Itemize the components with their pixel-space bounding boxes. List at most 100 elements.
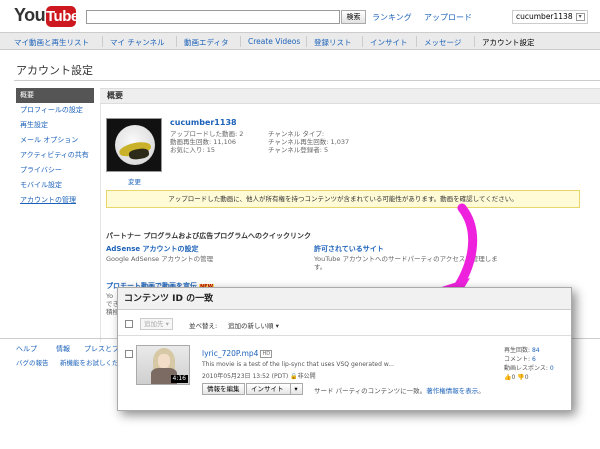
divider: [100, 104, 101, 342]
search-button[interactable]: 検索: [341, 10, 366, 24]
masthead: You Tube 検索 ランキング アップロード cucumber1138 ▾: [0, 0, 600, 32]
edit-info-button[interactable]: 情報を編集: [202, 383, 245, 395]
tab-messages[interactable]: メッセージ: [424, 37, 461, 48]
video-row-checkbox[interactable]: [125, 350, 133, 358]
username-label: cucumber1138: [516, 12, 573, 21]
add-to-dropdown[interactable]: 追加先 ▾: [140, 318, 173, 330]
youtube-logo[interactable]: You Tube: [14, 5, 79, 29]
sidebar-item-privacy[interactable]: プライバシー: [16, 163, 94, 178]
overview-heading: 概要: [100, 88, 600, 104]
nav-divider: [306, 36, 307, 47]
sidebar-item-overview[interactable]: 概要: [16, 88, 94, 103]
rating-stat: 👍0 👎0: [504, 374, 529, 382]
tab-account-settings[interactable]: アカウント設定: [482, 37, 535, 48]
partner-heading: パートナー プログラムおよび広告プログラムへのクイックリンク: [106, 232, 312, 240]
content-match-end: 。: [478, 387, 485, 395]
settings-sidebar: 概要 プロフィールの設定 再生設定 メール オプション アクティビティの共有 プ…: [16, 88, 94, 208]
video-views-stat: 動画再生回数: 11,106: [170, 138, 236, 146]
sort-dropdown[interactable]: 追加の新しい順 ▾: [228, 320, 279, 330]
nav-divider: [362, 36, 363, 47]
logo-you: You: [14, 5, 46, 25]
footer-help-link[interactable]: ヘルプ: [16, 344, 37, 354]
video-title: lyric_720P.mp4: [202, 349, 259, 358]
channel-type-stat: チャンネル タイプ:: [268, 130, 325, 138]
user-menu[interactable]: cucumber1138 ▾: [512, 10, 588, 24]
stats-left: アップロードした動画: 2 動画再生回数: 11,106 お気に入り: 15: [170, 130, 243, 154]
tab-subscriptions[interactable]: 登録リスト: [314, 37, 352, 48]
sidebar-item-account-management[interactable]: アカウントの管理: [16, 193, 94, 208]
video-date-row: 2010年05月23日 13:52 (PDT) 🔒非公開: [202, 371, 316, 380]
responses-stat: 動画レスポンス: 0: [504, 365, 554, 373]
change-thumbnail-link[interactable]: 変更: [128, 176, 141, 186]
nav-divider: [240, 36, 241, 47]
stats-right: チャンネル タイプ: チャンネル再生回数: 1,037 チャンネル登録者: 5: [268, 130, 349, 154]
sidebar-item-playback[interactable]: 再生設定: [16, 118, 94, 133]
upload-link[interactable]: アップロード: [424, 12, 472, 23]
comments-label: コメント:: [504, 356, 531, 363]
copyright-notice: アップロードした動画に、他人が所有権を持つコンテンツが含まれている可能性がありま…: [106, 190, 580, 208]
uploaded-videos-stat: アップロードした動画: 2: [170, 130, 244, 138]
sort-label: 並べ替え:: [189, 322, 218, 330]
tab-video-editor[interactable]: 動画エディタ: [184, 37, 228, 48]
dislikes-count: 0: [524, 374, 529, 381]
footer-about-link[interactable]: 情報: [56, 344, 70, 354]
chevron-down-icon[interactable]: ▾: [575, 13, 585, 21]
tab-create-videos[interactable]: Create Videos: [248, 37, 300, 46]
search-input[interactable]: [86, 10, 340, 24]
nav-divider: [416, 36, 417, 47]
sidebar-item-email[interactable]: メール オプション: [16, 133, 94, 148]
views-stat: 再生回数: 84: [504, 347, 540, 355]
video-title-link[interactable]: lyric_720P.mp4 HD: [202, 349, 273, 358]
comments-value[interactable]: 6: [532, 356, 536, 363]
content-id-panel: コンテンツ ID の一致 追加先 ▾ 並べ替え: 追加の新しい順 ▾ 4:16 …: [117, 287, 572, 411]
nav-divider: [102, 36, 103, 47]
adsense-description: Google AdSense アカウントの管理: [106, 255, 214, 263]
page-title: アカウント設定: [16, 64, 93, 77]
comments-stat: コメント: 6: [504, 356, 536, 364]
permitted-sites-description: YouTube アカウントへのサードパーティのアクセスを管理しま す。: [314, 255, 498, 271]
subscribers-stat: チャンネル登録者: 5: [268, 146, 329, 154]
views-label: 再生回数:: [504, 347, 531, 354]
favorites-stat: お気に入り: 15: [170, 146, 216, 154]
nav-divider: [474, 36, 475, 47]
tab-my-videos[interactable]: マイ動画と再生リスト: [14, 37, 89, 48]
divider: [14, 80, 600, 81]
channel-views-stat: チャンネル再生回数: 1,037: [268, 138, 350, 146]
content-match-text: サード パーティのコンテンツに一致。著作権情報を表示。: [314, 385, 485, 395]
hd-badge: HD: [260, 350, 273, 358]
sidebar-item-mobile[interactable]: モバイル設定: [16, 178, 94, 193]
content-id-title: コンテンツ ID の一致: [118, 288, 571, 310]
adsense-settings-link[interactable]: AdSense アカウントの設定: [106, 244, 199, 254]
sidebar-item-activity-sharing[interactable]: アクティビティの共有: [16, 148, 94, 163]
ranking-link[interactable]: ランキング: [372, 12, 412, 23]
footer-press-link[interactable]: プレスとブ: [84, 344, 119, 354]
responses-label: 動画レスポンス:: [504, 365, 548, 372]
account-nav: マイ動画と再生リスト マイ チャンネル 動画エディタ Create Videos…: [0, 32, 600, 50]
divider: [118, 335, 571, 336]
content-match-label: サード パーティのコンテンツに一致。: [314, 387, 427, 395]
responses-value: 0: [549, 365, 554, 372]
select-all-checkbox[interactable]: [125, 320, 133, 328]
sidebar-item-profile[interactable]: プロフィールの設定: [16, 103, 94, 118]
views-value[interactable]: 84: [532, 347, 540, 354]
nav-divider: [176, 36, 177, 47]
insight-button[interactable]: インサイト ▾: [246, 383, 303, 395]
video-privacy: 非公開: [297, 373, 316, 380]
content-id-toolbar: 追加先 ▾ 並べ替え: 追加の新しい順 ▾: [118, 316, 571, 332]
video-description: This movie is a test of the lip-sync tha…: [202, 361, 394, 368]
video-duration: 4:16: [170, 375, 188, 383]
channel-username[interactable]: cucumber1138: [170, 118, 237, 127]
tab-insight[interactable]: インサイト: [370, 37, 408, 48]
lock-icon: 🔒: [290, 373, 298, 380]
permitted-desc-line1: YouTube アカウントへのサードパーティのアクセスを管理しま: [314, 255, 498, 263]
footer-bug-report-link[interactable]: バグの報告: [16, 357, 49, 367]
chevron-down-icon[interactable]: ▾: [289, 384, 302, 394]
tab-my-channel[interactable]: マイ チャンネル: [110, 37, 165, 48]
permitted-sites-link[interactable]: 許可されているサイト: [314, 244, 384, 254]
insight-label: インサイト: [251, 385, 284, 393]
likes-count: 0: [511, 374, 516, 381]
video-thumbnail[interactable]: 4:16: [136, 345, 190, 385]
permitted-desc-line2: す。: [314, 263, 327, 271]
channel-thumbnail: [106, 118, 162, 172]
view-copyright-info-link[interactable]: 著作権情報を表示: [426, 387, 478, 395]
